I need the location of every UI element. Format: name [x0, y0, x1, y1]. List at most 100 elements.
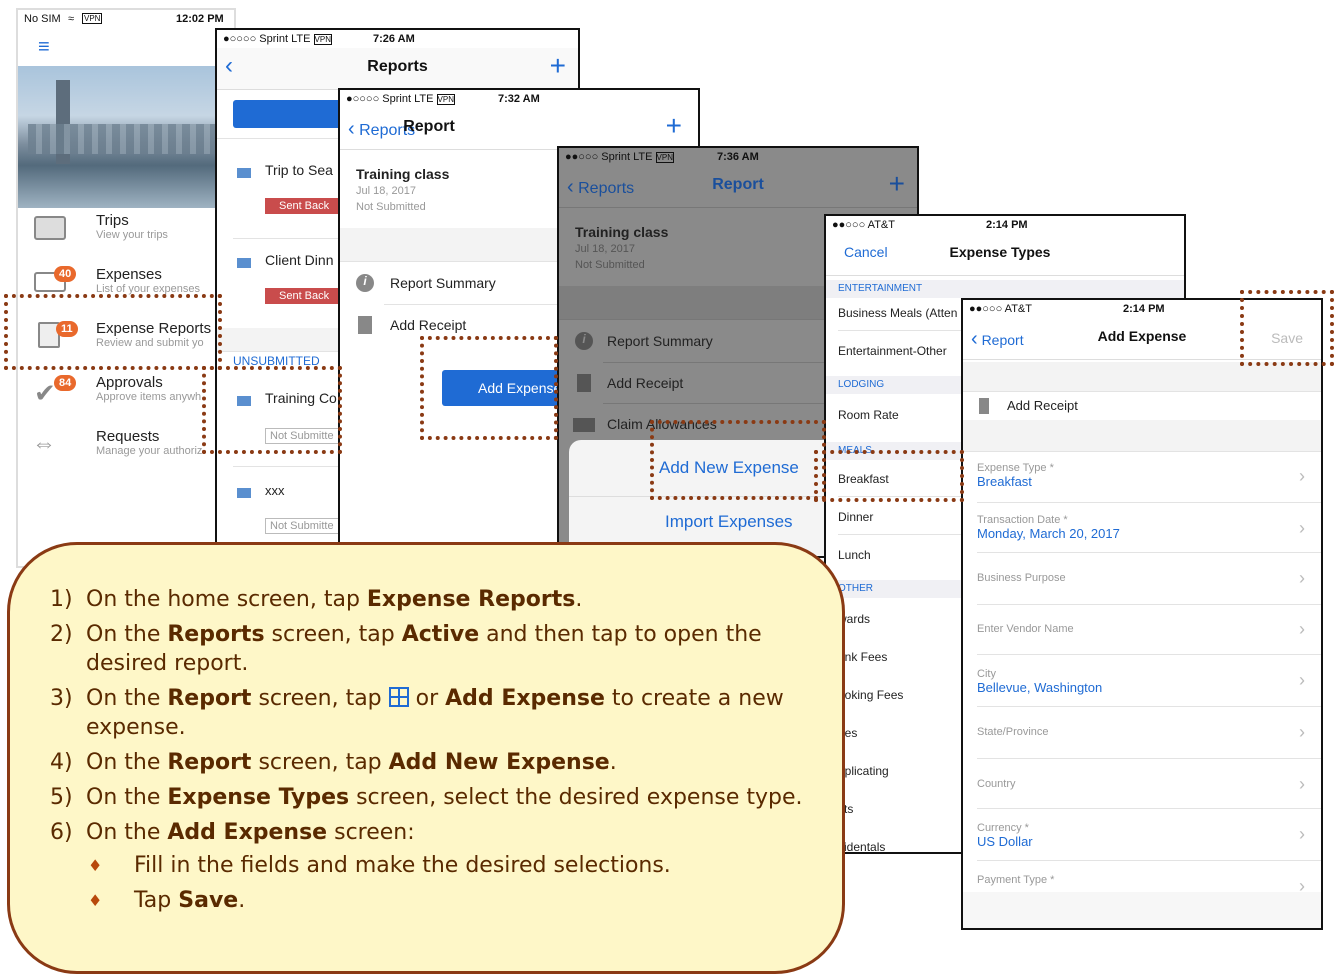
report-item[interactable]: xxx: [265, 483, 285, 498]
add-icon[interactable]: +: [550, 50, 566, 82]
chevron-right-icon: ›: [1299, 824, 1305, 844]
report-name: Training class: [575, 224, 669, 240]
folder-icon: [237, 168, 251, 178]
highlight-add-new-expense: [650, 420, 826, 500]
step-4: 4) On the Report screen, tap Add New Expe…: [50, 750, 617, 775]
chevron-right-icon: ›: [1299, 774, 1305, 794]
field-value: Bellevue, Washington: [977, 680, 1103, 695]
menu-item-approvals[interactable]: Approvals Approve items anywh: [96, 374, 201, 403]
receipt-icon: [358, 316, 372, 334]
bullet-item: ♦ Fill in the fields and make the desired…: [88, 853, 671, 878]
allowance-icon: [573, 418, 595, 432]
add-receipt-item[interactable]: Add Receipt: [607, 375, 683, 391]
menu-item-label: Requests: [96, 428, 160, 445]
expense-type-item[interactable]: Lunch: [838, 548, 871, 562]
plus-box-icon: [388, 687, 409, 707]
highlight-training-report: [202, 366, 342, 454]
instructions-callout: 1) On the home screen, tap Expense Report…: [7, 542, 845, 974]
expenses-badge: 40: [54, 266, 77, 282]
highlight-save: [1240, 290, 1334, 366]
add-icon[interactable]: +: [889, 168, 905, 200]
home-screen: No SIM ≈ VPN 12:02 PM ≡ Trips View your …: [16, 8, 236, 568]
field-value: US Dollar: [977, 834, 1033, 849]
menu-item-sub: View your trips: [96, 229, 168, 241]
expense-type-item[interactable]: ank Fees: [838, 650, 887, 664]
highlight-expense-reports: [4, 294, 222, 370]
receipt-icon: [979, 398, 989, 414]
menu-item-expenses[interactable]: Expenses List of your expenses: [96, 266, 200, 295]
add-receipt-item[interactable]: Add Receipt: [390, 317, 466, 333]
status-badge: Sent Back: [265, 198, 345, 214]
clock: 7:36 AM: [717, 151, 759, 163]
expense-type-item[interactable]: Room Rate: [838, 408, 899, 422]
vpn-badge: VPN: [82, 13, 103, 24]
chevron-right-icon: ›: [1299, 619, 1305, 639]
report-item[interactable]: Trip to Sea: [265, 162, 333, 178]
section-entertainment: ENTERTAINMENT: [826, 280, 1184, 298]
report-summary-item[interactable]: Report Summary: [390, 275, 496, 291]
menu-item-label: Trips: [96, 212, 129, 229]
bottom-fade: [963, 892, 1321, 928]
field-business-purpose[interactable]: Business Purpose: [977, 572, 1066, 584]
menu-icon[interactable]: ≡: [38, 36, 50, 59]
step-2: 2) On the Reports screen, tap Active and …: [50, 622, 762, 676]
page-title: Expense Types: [949, 244, 1051, 260]
status-bar: No SIM ≈ VPN 12:02 PM: [18, 10, 234, 28]
menu-item-sub: Manage your authoriz: [96, 445, 203, 457]
report-name: Training class: [356, 166, 450, 182]
chevron-right-icon: ›: [1299, 568, 1305, 588]
clock: 7:32 AM: [498, 93, 540, 105]
field-vendor-name[interactable]: Enter Vendor Name: [977, 623, 1074, 635]
navbar: ‹ Reports Report +: [559, 166, 917, 208]
page-title: Report: [712, 176, 764, 193]
expense-type-item[interactable]: Entertainment-Other: [838, 344, 947, 358]
step-6-bullets: ♦ Fill in the fields and make the desired…: [86, 851, 820, 915]
chevron-right-icon: ›: [1299, 722, 1305, 742]
highlight-add-expense: [420, 336, 558, 440]
field-transaction-date[interactable]: Transaction Date * Monday, March 20, 201…: [977, 514, 1120, 541]
field-value: Breakfast: [977, 474, 1032, 489]
field-country[interactable]: Country: [977, 778, 1016, 790]
add-receipt-item[interactable]: Add Receipt: [1007, 398, 1078, 413]
expense-type-item[interactable]: uplicating: [838, 764, 889, 778]
report-date: Jul 18, 2017: [575, 243, 635, 255]
report-summary-item[interactable]: Report Summary: [607, 333, 713, 349]
menu-item-label: Expenses: [96, 266, 162, 283]
carrier-label: ●●○○○ AT&T: [969, 303, 1032, 315]
diamond-bullet-icon: ♦: [88, 856, 103, 875]
add-icon[interactable]: +: [666, 110, 682, 142]
approvals-badge: 84: [54, 375, 77, 391]
carrier-label: ●○○○○ Sprint LTE VPN: [346, 93, 455, 105]
add-expense-screen: ●●○○○ AT&T 2:14 PM ‹ Report Add Expense …: [961, 298, 1323, 930]
field-value: Monday, March 20, 2017: [977, 526, 1120, 541]
field-state-province[interactable]: State/Province: [977, 726, 1049, 738]
receipt-icon: [577, 374, 591, 392]
navbar: Cancel Expense Types: [826, 234, 1184, 276]
import-expenses-option[interactable]: Import Expenses: [665, 512, 793, 532]
report-item[interactable]: Client Dinn: [265, 252, 333, 268]
status-bar: ●○○○○ Sprint LTE VPN 7:32 AM: [340, 90, 698, 108]
field-currency[interactable]: Currency * US Dollar: [977, 822, 1033, 849]
report-status: Not Submitted: [356, 201, 426, 213]
field-city[interactable]: City Bellevue, Washington: [977, 668, 1102, 695]
info-icon: i: [356, 274, 374, 292]
menu-item-trips[interactable]: Trips View your trips: [96, 212, 168, 241]
expense-type-item[interactable]: ooking Fees: [838, 688, 903, 702]
carrier-label: No SIM: [24, 13, 61, 25]
expense-type-item[interactable]: Dinner: [838, 510, 873, 524]
page-title: Reports: [367, 58, 428, 75]
status-bar: ●○○○○ Sprint LTE VPN 7:26 AM: [217, 30, 578, 48]
menu-item-requests[interactable]: Requests Manage your authoriz: [96, 428, 202, 457]
expense-type-item[interactable]: Business Meals (Atten: [838, 306, 957, 320]
field-expense-type[interactable]: Expense Type * Breakfast: [977, 462, 1054, 489]
clock: 2:14 PM: [986, 219, 1028, 231]
navbar: ‹ Reports Report +: [340, 108, 698, 150]
status-bar: ●●○○○ AT&T 2:14 PM: [826, 216, 1184, 234]
expense-type-item[interactable]: cidentals: [838, 840, 885, 852]
step-5: 5) On the Expense Types screen, select th…: [50, 785, 803, 810]
trips-icon: [34, 216, 66, 240]
status-badge: Sent Back: [265, 288, 345, 304]
step-1: 1) On the home screen, tap Expense Report…: [50, 587, 583, 612]
field-payment-type[interactable]: Payment Type *: [977, 874, 1054, 886]
chevron-right-icon: ›: [1299, 670, 1305, 690]
